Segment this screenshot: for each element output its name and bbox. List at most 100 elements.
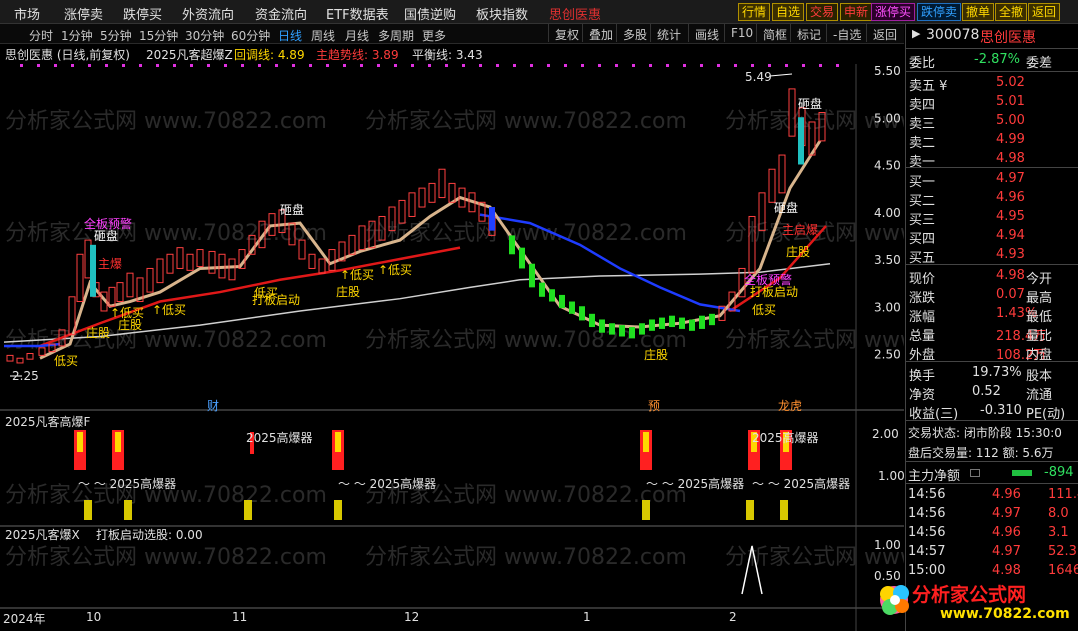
tick-row: 14:56 4.96 111.4 — [906, 486, 1078, 505]
signal-dot — [139, 64, 142, 67]
stat-label2: 最高 — [1026, 291, 1053, 306]
signal-dot — [683, 64, 686, 67]
buy-level-row: 买五 4.93 — [906, 246, 1078, 266]
candle — [539, 282, 545, 297]
watermark-text: 分析家公式网 www.70822.com — [365, 545, 687, 570]
candle — [768, 168, 776, 203]
candle — [318, 258, 326, 274]
buy-level-price: 4.95 — [996, 209, 1025, 224]
candle — [176, 247, 184, 269]
xaxis-11: 11 — [232, 610, 248, 624]
limit-down-sell-button[interactable]: 跌停卖 — [917, 3, 962, 21]
signal-dot — [513, 64, 516, 67]
candle — [659, 317, 665, 329]
stat2-label2: 股本 — [1026, 369, 1053, 384]
collapse-icon[interactable]: ▶ — [912, 27, 920, 40]
event-forecast[interactable]: 预 — [648, 397, 660, 414]
buy-level-price: 4.93 — [996, 247, 1025, 262]
signal-dot — [411, 64, 414, 67]
price-tick-label: 4.00 — [874, 206, 901, 220]
sell-level-row: 卖四 5.01 — [906, 93, 1078, 113]
signal-annotation: 低买 — [254, 286, 278, 300]
menu-repo[interactable]: 国债逆购 — [404, 4, 456, 23]
stat-label: 现价 — [909, 272, 936, 287]
panel2-title[interactable]: 2025凡客高爆F — [5, 413, 90, 430]
buy-level-row: 买三 4.95 — [906, 208, 1078, 228]
cancel-all-button[interactable]: 全撤 — [995, 3, 1028, 21]
candle — [186, 253, 194, 271]
candle — [529, 263, 535, 288]
signal-annotation: 庄股 — [786, 244, 810, 259]
signal-dot — [598, 64, 601, 67]
candle — [408, 192, 416, 217]
tick-time: 14:56 — [908, 525, 946, 540]
chart-area: 分时 1分钟 5分钟 15分钟 30分钟 60分钟 日线 周线 月线 多周期 更… — [0, 24, 905, 631]
candle — [448, 182, 456, 203]
signal-dot — [632, 64, 635, 67]
watchlist-button[interactable]: 自选 — [772, 3, 805, 21]
signal-dot — [71, 64, 74, 67]
candle — [146, 267, 154, 293]
logo-title: 分析家公式网 — [912, 584, 1027, 606]
event-dragon-tiger[interactable]: 龙虎 — [778, 397, 802, 414]
buy-level-price: 4.94 — [996, 228, 1025, 243]
event-financial[interactable]: 财 — [207, 397, 219, 414]
limit-up-buy-button[interactable]: 涨停买 — [871, 3, 916, 21]
panel2-label-a: 2025高爆器 — [246, 431, 313, 445]
signal-dot — [649, 64, 652, 67]
sell-level-price: 5.00 — [996, 113, 1025, 128]
menu-fund-flow[interactable]: 资金流向 — [255, 4, 307, 23]
quote-button[interactable]: 行情 — [738, 3, 771, 21]
menu-current-stock[interactable]: 思创医惠 — [549, 4, 601, 23]
signal-dot — [122, 64, 125, 67]
cancel-order-button[interactable]: 撤单 — [962, 3, 995, 21]
signal-dot — [224, 64, 227, 67]
menu-sector-index[interactable]: 板块指数 — [476, 4, 528, 23]
signal-dot — [275, 64, 278, 67]
signal-bar — [115, 432, 121, 452]
candle — [418, 187, 426, 208]
signal-annotation: 砸盘 — [798, 96, 822, 111]
sell-level-row: 卖三 5.00 — [906, 112, 1078, 132]
signal-annotation: 低买 — [752, 303, 776, 317]
candle — [196, 249, 204, 268]
menu-limit-down-buy[interactable]: 跌停买 — [123, 4, 162, 23]
menu-market[interactable]: 市场 — [14, 4, 40, 23]
candle — [589, 313, 595, 328]
volume-signal-bar — [84, 500, 92, 520]
high-pointer — [769, 73, 793, 77]
watermark-text: 分析家公式网 www.70822.com — [5, 109, 327, 134]
menu-foreign-flow[interactable]: 外资流向 — [182, 4, 234, 23]
stat-label2: 今开 — [1026, 272, 1053, 287]
menu-etf-table[interactable]: ETF数据表 — [326, 4, 389, 23]
menu-limit-up-sell[interactable]: 涨停卖 — [64, 4, 103, 23]
signal-bar — [643, 432, 649, 452]
panel3-title[interactable]: 2025凡客爆X — [5, 526, 80, 543]
sell-level-label: 卖四 — [909, 98, 936, 113]
candle — [709, 313, 715, 326]
tick-volume: 52.3 — [1048, 544, 1077, 559]
candle — [579, 306, 585, 321]
sell-level-price: 4.98 — [996, 151, 1025, 166]
stat-label2: 量比 — [1026, 329, 1053, 344]
volume-signal-bar — [642, 500, 650, 520]
signal-annotation: 砸盘 — [280, 202, 304, 217]
trade-button[interactable]: 交易 — [806, 3, 839, 21]
ipo-button[interactable]: 申新 — [840, 3, 873, 21]
candle — [126, 272, 134, 298]
sell-level-label: 卖二 — [909, 136, 936, 151]
price-tick-label: 5.50 — [874, 64, 901, 78]
stat-value: 4.98 — [996, 268, 1025, 283]
sell-level-row: 卖二 4.99 — [906, 131, 1078, 151]
return-button[interactable]: 返回 — [1028, 3, 1061, 21]
stat-row: 涨跌 0.07 最高 — [906, 286, 1078, 306]
candle — [208, 250, 216, 274]
candle — [699, 315, 705, 329]
flow-toggle-icon[interactable] — [970, 469, 980, 477]
candle — [509, 235, 515, 255]
candle — [90, 244, 96, 297]
main-flow-label: 主力净额 — [908, 469, 961, 484]
volume-signal-bar — [780, 500, 788, 520]
panel2-series-b: ～ ～ 2025高爆器 — [338, 477, 437, 491]
stat2-label: 换手 — [909, 369, 936, 384]
